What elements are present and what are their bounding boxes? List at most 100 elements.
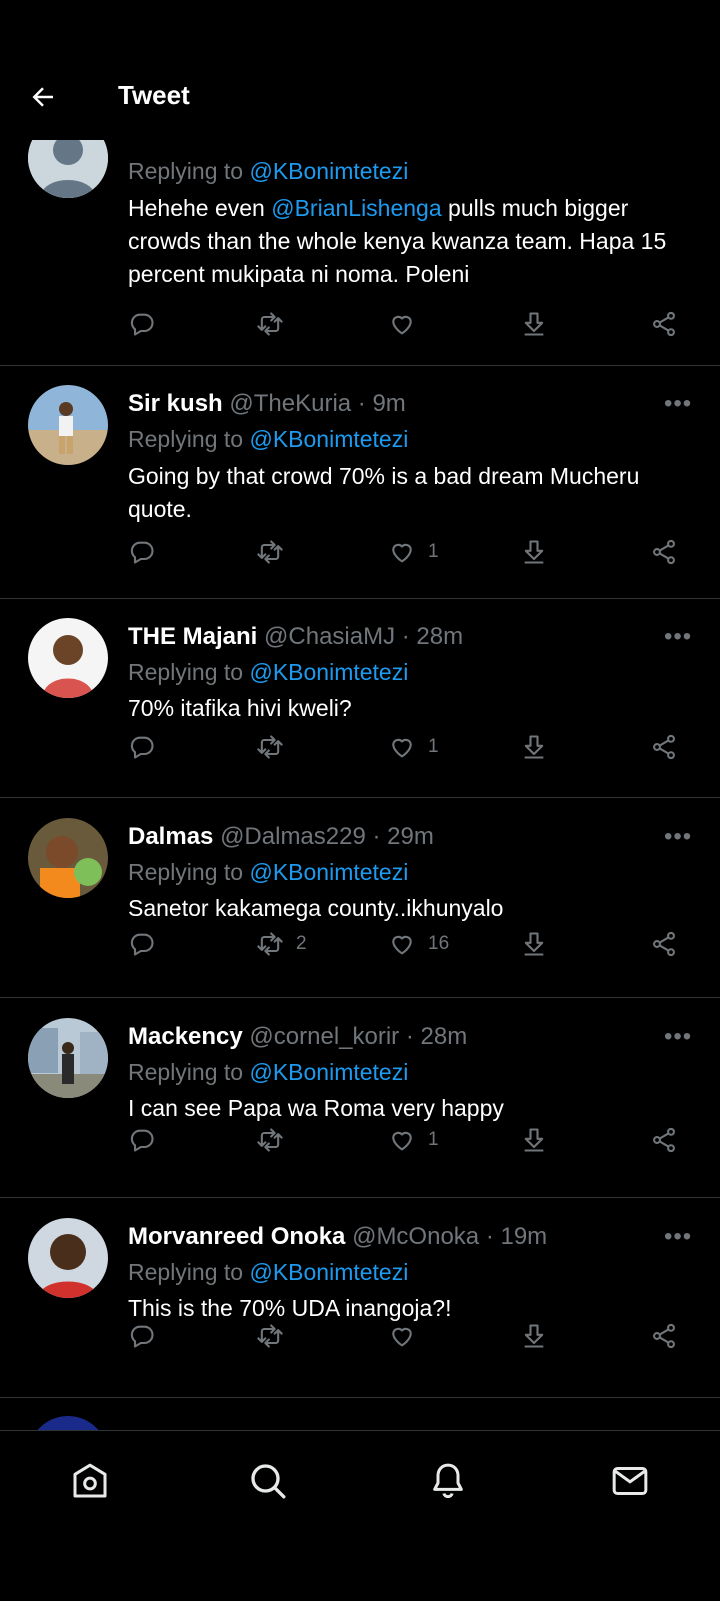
download-button[interactable]: [520, 930, 548, 958]
divider: [0, 1197, 720, 1198]
avatar-photo: [28, 1018, 108, 1098]
share-button[interactable]: [650, 310, 678, 338]
download-icon: [524, 540, 544, 564]
display-name[interactable]: Dalmas: [128, 823, 213, 850]
like-button[interactable]: [388, 1322, 416, 1350]
mention-link[interactable]: @BrianLishenga: [271, 195, 441, 221]
retweet-button[interactable]: [256, 538, 284, 566]
reply-button[interactable]: [128, 1322, 156, 1350]
avatar[interactable]: [28, 1018, 108, 1098]
avatar[interactable]: [28, 1218, 108, 1298]
replying-to-link[interactable]: @KBonimtetezi: [249, 1259, 408, 1285]
heart-icon: [392, 1327, 412, 1347]
download-button[interactable]: [520, 1126, 548, 1154]
retweet-button[interactable]: [256, 1322, 284, 1350]
avatar[interactable]: [28, 385, 108, 465]
display-name[interactable]: Morvanreed Onoka: [128, 1223, 345, 1250]
retweet-button[interactable]: 2: [256, 930, 307, 958]
top-app-bar: Tweet: [0, 0, 720, 140]
retweet-count: 2: [296, 933, 307, 954]
replying-to-link[interactable]: @KBonimtetezi: [249, 158, 408, 184]
more-options-button[interactable]: •••: [664, 623, 692, 651]
search-icon[interactable]: [248, 1461, 288, 1501]
retweet-button[interactable]: [256, 733, 284, 761]
replying-to-link[interactable]: @KBonimtetezi: [249, 426, 408, 452]
reply-button[interactable]: [128, 930, 156, 958]
bell-icon[interactable]: [428, 1461, 468, 1501]
replying-to-link[interactable]: @KBonimtetezi: [249, 659, 408, 685]
reply-button[interactable]: [128, 733, 156, 761]
reply-icon: [130, 1325, 154, 1348]
like-button[interactable]: [388, 310, 416, 338]
like-button[interactable]: 1: [388, 733, 439, 761]
share-icon: [653, 1127, 675, 1153]
tweet-feed[interactable]: Replying to @KBonimtetezi Hehehe even @B…: [0, 0, 720, 1430]
more-options-button[interactable]: •••: [664, 823, 692, 851]
tweet-actions: [128, 1322, 698, 1356]
share-button[interactable]: [650, 1322, 678, 1350]
page-title: Tweet: [118, 80, 190, 110]
display-name[interactable]: THE Majani: [128, 623, 257, 650]
download-button[interactable]: [520, 1322, 548, 1350]
avatar[interactable]: [28, 1416, 108, 1430]
like-count: 16: [428, 933, 450, 954]
home-icon[interactable]: [70, 1461, 110, 1501]
reply-button[interactable]: [128, 310, 156, 338]
retweet-button[interactable]: [256, 310, 284, 338]
bottom-navigation: [0, 1430, 720, 1601]
tweet-actions: 1: [128, 1126, 698, 1160]
replying-to-link[interactable]: @KBonimtetezi: [249, 859, 408, 885]
divider: [0, 797, 720, 798]
tweet-meta: Morvanreed Onoka @McOnoka · 19m: [128, 1223, 547, 1251]
mail-icon[interactable]: [610, 1461, 650, 1501]
share-button[interactable]: [650, 733, 678, 761]
divider: [0, 1397, 720, 1398]
reply-icon: [130, 1129, 154, 1152]
tweet-meta: Dalmas @Dalmas229 · 29m: [128, 823, 434, 851]
reply-button[interactable]: [128, 1126, 156, 1154]
avatar[interactable]: [28, 618, 108, 698]
divider: [0, 365, 720, 366]
like-count: 1: [428, 736, 439, 757]
share-icon: [653, 734, 675, 760]
tweet-text: Sanetor kakamega county..ikhunyalo: [128, 895, 504, 921]
more-options-button[interactable]: •••: [664, 1023, 692, 1051]
tweet-actions: 2 16: [128, 930, 698, 964]
download-button[interactable]: [520, 538, 548, 566]
tweet-actions: 1: [128, 538, 698, 572]
avatar-photo: [28, 618, 108, 698]
reply-icon: [130, 933, 154, 956]
replying-to-link[interactable]: @KBonimtetezi: [249, 1059, 408, 1085]
share-icon: [653, 1323, 675, 1349]
more-options-button[interactable]: •••: [664, 390, 692, 418]
retweet-icon: [257, 735, 283, 759]
avatar-photo: [28, 385, 108, 465]
reply-icon: [130, 541, 154, 564]
tweet-text: Going by that crowd 70% is a bad dream M…: [128, 463, 640, 522]
replying-to: Replying to @KBonimtetezi: [128, 1259, 409, 1285]
display-name[interactable]: Sir kush: [128, 390, 223, 417]
retweet-button[interactable]: [256, 1126, 284, 1154]
replying-to: Replying to @KBonimtetezi: [128, 426, 409, 452]
share-button[interactable]: [650, 538, 678, 566]
display-name[interactable]: Mackency: [128, 1023, 243, 1050]
divider: [0, 997, 720, 998]
download-button[interactable]: [520, 310, 548, 338]
tweet-text: Hehehe even @BrianLishenga pulls much bi…: [128, 195, 667, 287]
retweet-icon: [257, 1128, 283, 1152]
reply-button[interactable]: [128, 538, 156, 566]
heart-icon: [392, 935, 412, 955]
avatar[interactable]: [28, 818, 108, 898]
like-button[interactable]: 16: [388, 930, 449, 958]
arrow-left-icon[interactable]: [28, 82, 58, 112]
download-icon: [524, 932, 544, 956]
like-button[interactable]: 1: [388, 1126, 439, 1154]
like-button[interactable]: 1: [388, 538, 439, 566]
retweet-icon: [257, 932, 283, 956]
share-button[interactable]: [650, 930, 678, 958]
more-options-button[interactable]: •••: [664, 1223, 692, 1251]
download-button[interactable]: [520, 733, 548, 761]
share-button[interactable]: [650, 1126, 678, 1154]
replying-to: Replying to @KBonimtetezi: [128, 158, 409, 184]
download-icon: [524, 1324, 544, 1348]
